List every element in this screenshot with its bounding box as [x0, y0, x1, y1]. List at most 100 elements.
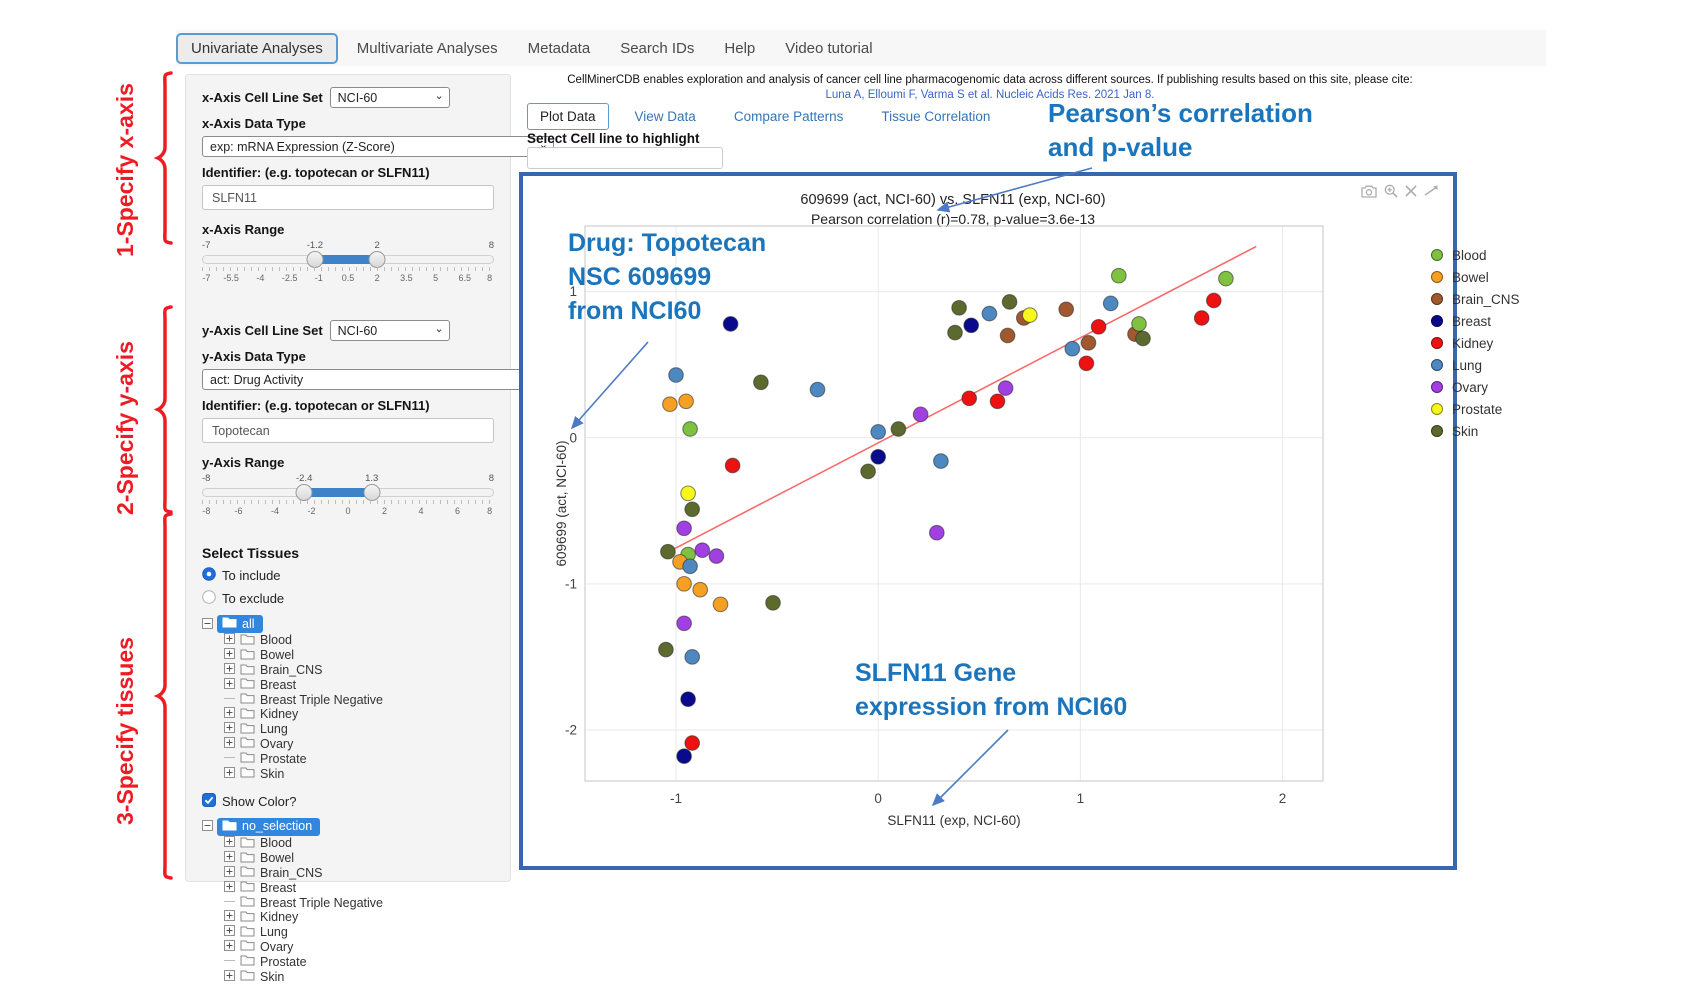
tree-all-item-blood[interactable]: Blood — [224, 633, 494, 648]
data-point-bowel[interactable] — [663, 397, 678, 412]
nav-item-metadata[interactable]: Metadata — [513, 33, 606, 64]
data-point-breast[interactable] — [871, 450, 886, 465]
legend-item-ovary[interactable]: Ovary — [1431, 376, 1520, 398]
data-point-kidney[interactable] — [685, 736, 700, 751]
tree-no-selection-item-breast[interactable]: Breast — [224, 880, 494, 895]
x-identifier-input[interactable] — [202, 185, 494, 210]
data-point-breast[interactable] — [677, 749, 692, 764]
data-point-kidney[interactable] — [990, 394, 1005, 409]
y-identifier-input[interactable] — [202, 418, 494, 443]
tree-all-item-prostate[interactable]: Prostate — [224, 751, 494, 766]
legend-item-prostate[interactable]: Prostate — [1431, 398, 1520, 420]
nav-item-search-ids[interactable]: Search IDs — [605, 33, 709, 64]
data-point-kidney[interactable] — [1091, 320, 1106, 335]
tab-compare-patterns[interactable]: Compare Patterns — [722, 104, 856, 129]
tree-all-item-breast-triple-negative[interactable]: Breast Triple Negative — [224, 692, 494, 707]
data-point-lung[interactable] — [683, 559, 698, 574]
tree-no-selection-item-lung[interactable]: Lung — [224, 925, 494, 940]
data-point-ovary[interactable] — [677, 521, 692, 536]
tree-no-selection-root[interactable]: no_selection — [202, 818, 494, 836]
y-axis-data-type-select[interactable]: act: Drug Activity ⌄ — [202, 369, 554, 390]
data-point-bowel[interactable] — [679, 394, 694, 409]
data-point-prostate[interactable] — [1023, 308, 1038, 323]
data-point-kidney[interactable] — [1079, 356, 1094, 371]
expand-icon[interactable] — [224, 737, 235, 751]
nav-item-univariate-analyses[interactable]: Univariate Analyses — [176, 33, 338, 64]
data-point-brain-cns[interactable] — [1081, 336, 1096, 351]
data-point-blood[interactable] — [1112, 268, 1127, 283]
tree-all-item-bowel[interactable]: Bowel — [224, 648, 494, 663]
data-point-lung[interactable] — [1065, 341, 1080, 356]
x-range-slider-low-handle[interactable] — [306, 251, 323, 268]
nav-item-help[interactable]: Help — [709, 33, 770, 64]
data-point-ovary[interactable] — [709, 549, 724, 564]
expand-icon[interactable] — [224, 707, 235, 721]
radio-selected-icon[interactable] — [202, 567, 216, 584]
expand-icon[interactable] — [224, 881, 235, 895]
expand-icon[interactable] — [224, 678, 235, 692]
legend-item-breast[interactable]: Breast — [1431, 310, 1520, 332]
data-point-lung[interactable] — [810, 382, 825, 397]
expand-icon[interactable] — [224, 910, 235, 924]
legend-item-brain-cns[interactable]: Brain_CNS — [1431, 288, 1520, 310]
autoscale-icon[interactable] — [1424, 185, 1439, 197]
data-point-skin[interactable] — [661, 544, 676, 559]
x-axis-range-slider[interactable]: -78-1.22-7-5.5-4-2.5-10.523.556.58 — [202, 240, 494, 290]
y-range-slider-high-handle[interactable] — [363, 484, 380, 501]
data-point-blood[interactable] — [1219, 271, 1234, 286]
data-point-kidney[interactable] — [725, 458, 740, 473]
data-point-lung[interactable] — [871, 425, 886, 440]
tissue-radio-to-include[interactable]: To include — [202, 567, 494, 584]
tree-no-selection-item-blood[interactable]: Blood — [224, 836, 494, 851]
expand-icon[interactable] — [224, 663, 235, 677]
citation-link[interactable]: Luna A, Elloumi F, Varma S et al. Nuclei… — [520, 89, 1460, 101]
collapse-icon[interactable] — [202, 819, 213, 834]
radio-icon[interactable] — [202, 590, 216, 607]
y-range-slider-low-handle[interactable] — [296, 484, 313, 501]
expand-icon[interactable] — [224, 970, 235, 984]
legend-item-blood[interactable]: Blood — [1431, 244, 1520, 266]
tree-all-item-breast[interactable]: Breast — [224, 677, 494, 692]
data-point-skin[interactable] — [891, 422, 906, 437]
tree-no-selection-item-kidney[interactable]: Kidney — [224, 910, 494, 925]
nav-item-multivariate-analyses[interactable]: Multivariate Analyses — [342, 33, 513, 64]
data-point-blood[interactable] — [683, 422, 698, 437]
legend-item-lung[interactable]: Lung — [1431, 354, 1520, 376]
tissue-radio-to-exclude[interactable]: To exclude — [202, 590, 494, 607]
tree-no-selection-item-prostate[interactable]: Prostate — [224, 954, 494, 969]
data-point-skin[interactable] — [766, 596, 781, 611]
tree-all-root[interactable]: all — [202, 615, 494, 633]
x-range-slider-high-handle[interactable] — [369, 251, 386, 268]
tab-tissue-correlation[interactable]: Tissue Correlation — [869, 104, 1002, 129]
data-point-brain-cns[interactable] — [1059, 302, 1074, 317]
tab-view-data[interactable]: View Data — [623, 104, 708, 129]
collapse-icon[interactable] — [202, 617, 213, 632]
tree-all-item-brain-cns[interactable]: Brain_CNS — [224, 663, 494, 678]
tree-no-selection-item-breast-triple-negative[interactable]: Breast Triple Negative — [224, 895, 494, 910]
data-point-skin[interactable] — [659, 642, 674, 657]
show-color-checkbox[interactable] — [202, 793, 216, 810]
nav-item-video-tutorial[interactable]: Video tutorial — [770, 33, 887, 64]
expand-icon[interactable] — [224, 940, 235, 954]
data-point-skin[interactable] — [948, 325, 963, 340]
legend-item-kidney[interactable]: Kidney — [1431, 332, 1520, 354]
data-point-bowel[interactable] — [693, 582, 708, 597]
data-point-kidney[interactable] — [1194, 311, 1209, 326]
x-axis-data-type-select[interactable]: exp: mRNA Expression (Z-Score) ⌄ — [202, 136, 554, 157]
x-axis-cell-line-set-select[interactable]: NCI-60 ⌄ — [330, 87, 450, 108]
expand-icon[interactable] — [224, 925, 235, 939]
data-point-breast[interactable] — [681, 692, 696, 707]
data-point-bowel[interactable] — [713, 597, 728, 612]
tab-plot-data[interactable]: Plot Data — [527, 103, 609, 130]
highlight-cell-line-input[interactable] — [527, 147, 723, 169]
data-point-kidney[interactable] — [962, 391, 977, 406]
tree-all-item-skin[interactable]: Skin — [224, 766, 494, 781]
data-point-lung[interactable] — [982, 306, 997, 321]
data-point-brain-cns[interactable] — [1000, 328, 1015, 343]
expand-icon[interactable] — [224, 767, 235, 781]
data-point-prostate[interactable] — [681, 486, 696, 501]
close-icon[interactable] — [1405, 185, 1417, 197]
expand-icon[interactable] — [224, 836, 235, 850]
data-point-breast[interactable] — [964, 318, 979, 333]
tree-no-selection-item-brain-cns[interactable]: Brain_CNS — [224, 866, 494, 881]
